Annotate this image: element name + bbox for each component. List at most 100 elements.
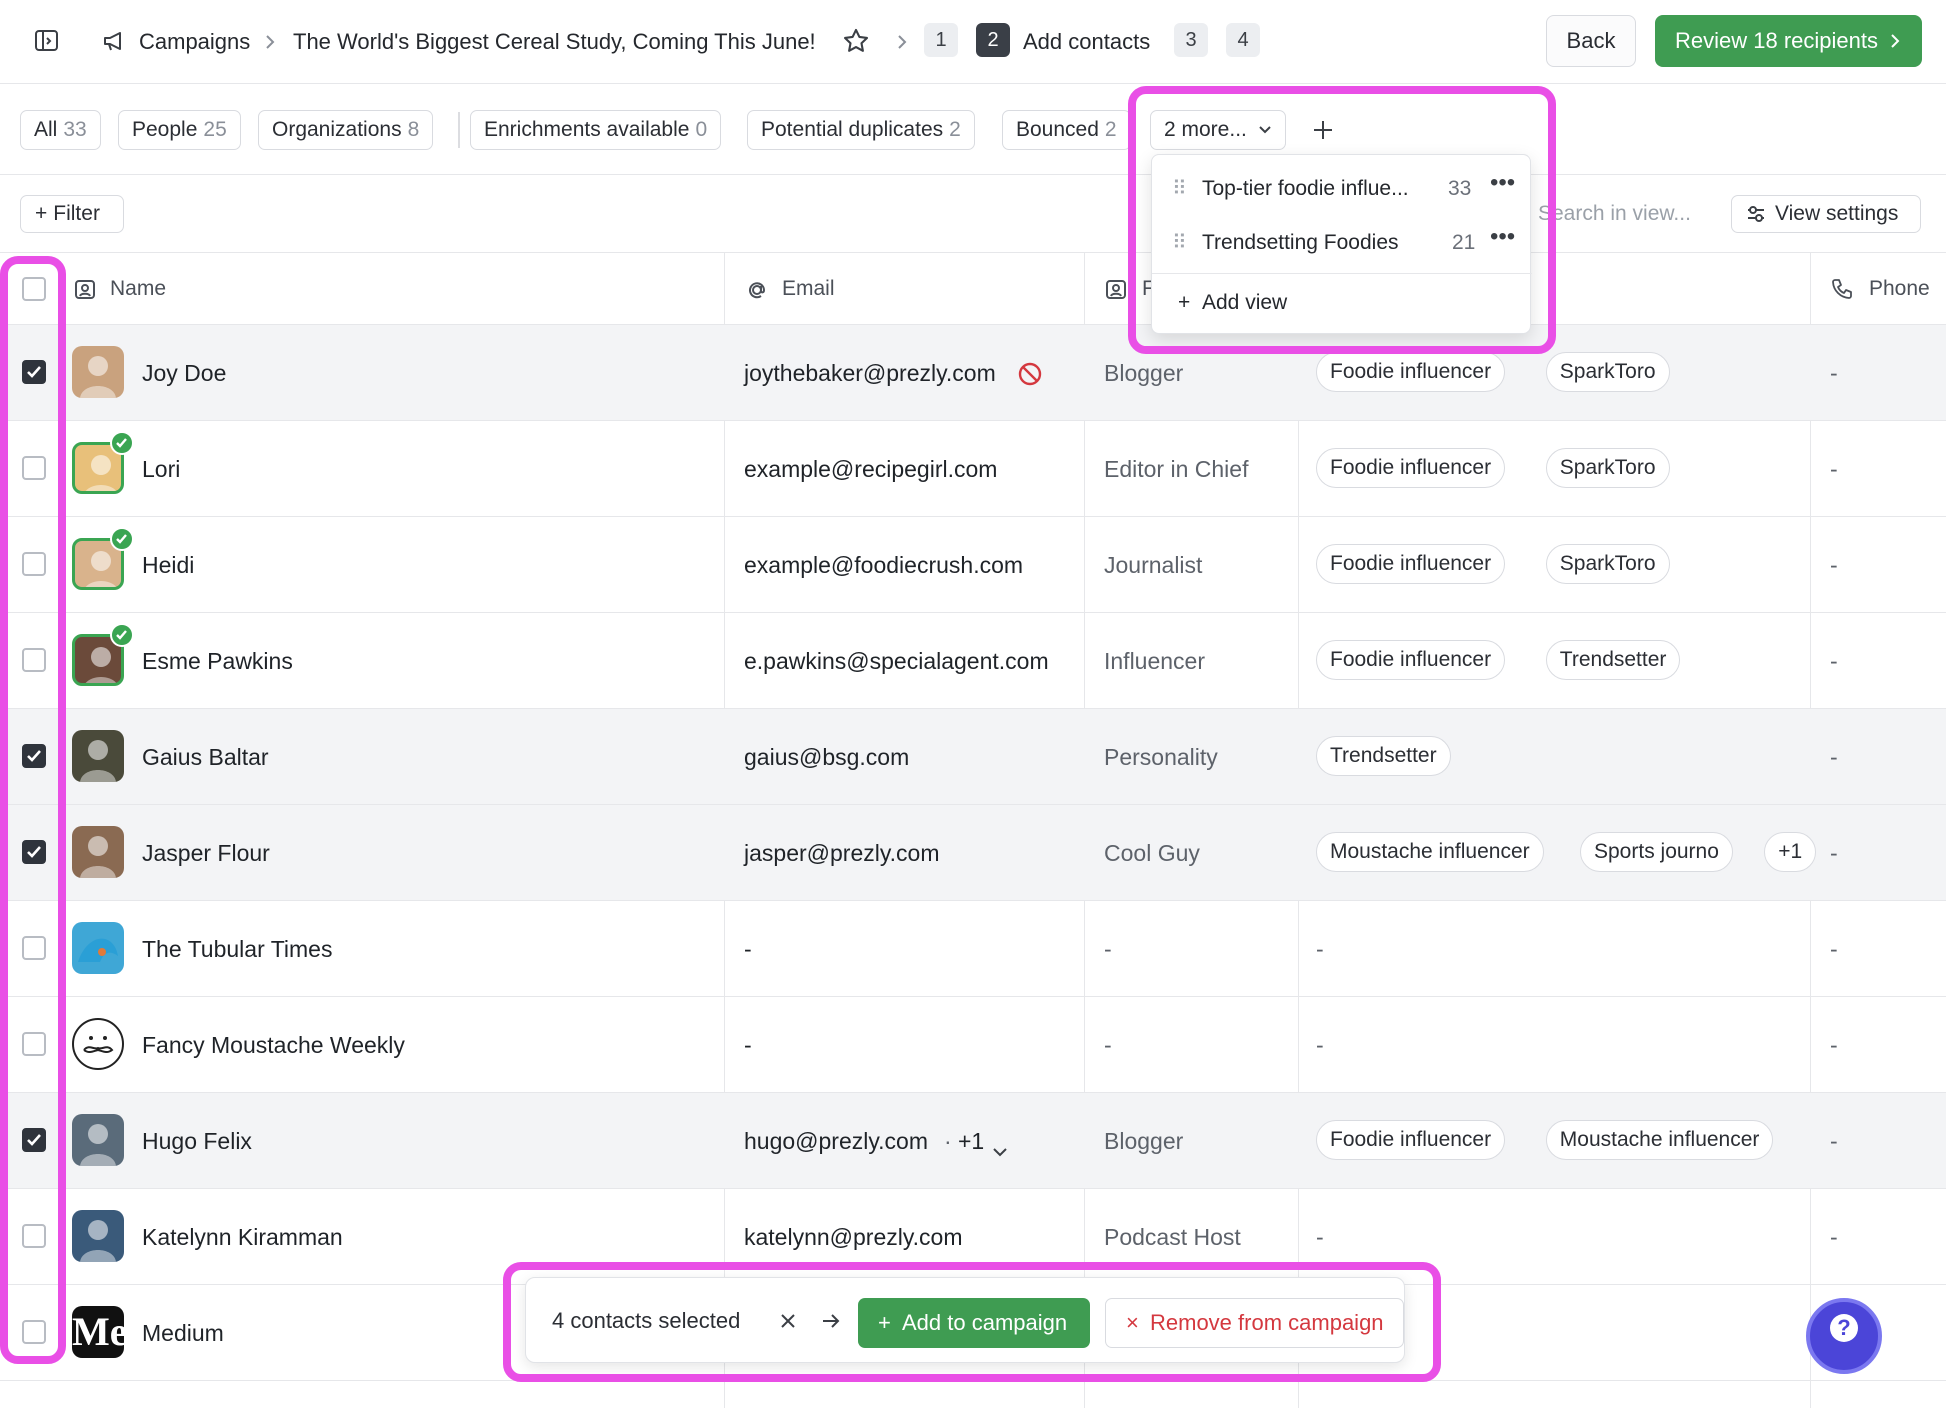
table-row[interactable]: Heidi example@foodiecrush.com Journalist - F… xyxy=(0,517,1946,613)
row-checkbox[interactable] xyxy=(22,1128,46,1152)
contact-tag[interactable]: SparkToro xyxy=(1545,448,1670,488)
table-row[interactable]: The Tubular Times - - - - xyxy=(0,901,1946,997)
tab-count: 0 xyxy=(695,118,708,141)
contact-role: Editor in Chief xyxy=(1104,456,1249,482)
contact-tag[interactable]: +1 xyxy=(1764,832,1817,872)
step-4[interactable]: 4 xyxy=(1226,23,1260,57)
table-row[interactable]: Gaius Baltar gaius@bsg.com Personality - Tre… xyxy=(0,709,1946,805)
table-row[interactable]: Joy Doe joythebaker@prezly.com Blogger - Foo… xyxy=(0,325,1946,421)
contact-tag[interactable]: Foodie influencer xyxy=(1316,640,1506,680)
row-checkbox[interactable] xyxy=(22,744,46,768)
more-options-icon[interactable]: ••• xyxy=(1490,157,1515,209)
table-row[interactable]: Fancy Moustache Weekly - - - - xyxy=(0,997,1946,1093)
breadcrumb-campaigns[interactable]: Campaigns xyxy=(139,22,250,62)
remove-from-campaign-button[interactable]: × Remove from campaign xyxy=(1105,1298,1404,1348)
remove-from-campaign-label: Remove from campaign xyxy=(1150,1310,1384,1335)
view-settings-button[interactable]: View settings xyxy=(1731,195,1921,233)
chevron-down-icon[interactable] xyxy=(993,1137,1007,1163)
contact-tag[interactable]: Sports journo xyxy=(1580,832,1733,872)
contact-email: katelynn@prezly.com xyxy=(744,1224,963,1250)
table-row[interactable]: Hugo Felix hugo@prezly.com Blogger - · +1 Food… xyxy=(0,1093,1946,1189)
add-tab-icon[interactable] xyxy=(1312,119,1334,141)
row-checkbox[interactable] xyxy=(22,1320,46,1344)
contact-tag[interactable]: SparkToro xyxy=(1545,352,1670,392)
back-button[interactable]: Back xyxy=(1546,15,1636,67)
tab-count: 2 xyxy=(949,118,961,141)
row-checkbox[interactable] xyxy=(22,936,46,960)
table-row[interactable]: Katelynn Kiramman katelynn@prezly.com Podc… xyxy=(0,1189,1946,1285)
row-checkbox[interactable] xyxy=(22,648,46,672)
tab-organizations[interactable]: Organizations 8 xyxy=(258,110,434,150)
contact-tag[interactable]: Foodie influencer xyxy=(1316,544,1506,584)
tab-potential-duplicates[interactable]: Potential duplicates 2 xyxy=(747,110,975,150)
more-views-dropdown[interactable]: 2 more... xyxy=(1150,110,1286,150)
table-row[interactable]: Jasper Flour jasper@prezly.com Cool Guy - Mo… xyxy=(0,805,1946,901)
drag-handle-icon[interactable]: ⠿ xyxy=(1172,217,1187,269)
at-sign-icon xyxy=(749,282,766,299)
contact-tag[interactable]: Foodie influencer xyxy=(1316,448,1506,488)
column-header-phone[interactable]: Phone xyxy=(1869,253,1930,325)
menu-item-view[interactable]: ⠿ Trendsetting Foodies 21 ••• xyxy=(1152,217,1532,269)
contact-tag[interactable]: Moustache influencer xyxy=(1316,832,1544,872)
tab-all[interactable]: All 33 xyxy=(20,110,101,150)
step-2[interactable]: 2 xyxy=(976,23,1010,57)
contact-tags-empty: - xyxy=(1316,1224,1324,1250)
table-row[interactable]: Esme Pawkins e.pawkins@specialagent.com In… xyxy=(0,613,1946,709)
contact-role: Personality xyxy=(1104,744,1218,770)
contact-tag[interactable]: SparkToro xyxy=(1545,544,1670,584)
tab-enrichments-available[interactable]: Enrichments available 0 xyxy=(470,110,722,150)
star-icon[interactable] xyxy=(842,27,870,55)
contact-role: Blogger xyxy=(1104,360,1184,386)
menu-item-view[interactable]: ⠿ Top-tier foodie influe... 33 ••• xyxy=(1152,163,1532,215)
row-checkbox[interactable] xyxy=(22,360,46,384)
row-checkbox[interactable] xyxy=(22,552,46,576)
add-view-button[interactable]: + Add view xyxy=(1152,277,1532,329)
avatar xyxy=(72,1114,124,1166)
help-label: ? xyxy=(1837,1315,1851,1340)
tab-count: 2 xyxy=(1104,118,1117,141)
add-to-campaign-button[interactable]: + Add to campaign xyxy=(858,1298,1090,1348)
phone-icon xyxy=(1832,279,1852,299)
tab-label: Organizations xyxy=(272,118,402,141)
view-name: Top-tier foodie influe... xyxy=(1202,177,1409,200)
contact-tag[interactable]: Trendsetter xyxy=(1316,736,1451,776)
verified-check-icon xyxy=(110,527,134,551)
filter-button[interactable]: + Filter xyxy=(20,195,124,233)
contact-role: Cool Guy xyxy=(1104,840,1200,866)
clear-selection-icon[interactable] xyxy=(779,1312,797,1330)
more-options-icon[interactable]: ••• xyxy=(1490,211,1515,263)
select-all-checkbox[interactable] xyxy=(22,277,46,301)
row-checkbox[interactable] xyxy=(22,840,46,864)
arrow-right-icon xyxy=(823,1314,840,1328)
contact-name: The Tubular Times xyxy=(142,936,333,962)
row-checkbox[interactable] xyxy=(22,1032,46,1056)
contact-card-icon xyxy=(75,280,95,299)
step-separator-icon xyxy=(892,22,912,62)
table-row[interactable]: Lori example@recipegirl.com Editor in Chie… xyxy=(0,421,1946,517)
contact-tag[interactable]: Trendsetter xyxy=(1545,640,1681,680)
contact-tag[interactable]: Foodie influencer xyxy=(1316,1120,1506,1160)
contact-role: Podcast Host xyxy=(1104,1224,1241,1250)
sidebar-toggle-icon[interactable] xyxy=(34,28,60,54)
column-header-name[interactable]: Name xyxy=(110,253,166,325)
breadcrumb-campaign-title[interactable]: The World's Biggest Cereal Study, Coming… xyxy=(293,22,816,62)
step-3[interactable]: 3 xyxy=(1174,23,1208,57)
row-checkbox[interactable] xyxy=(22,1224,46,1248)
plus-icon: + xyxy=(1178,291,1191,314)
selected-count: 4 contacts selected xyxy=(552,1308,741,1333)
chevron-right-icon xyxy=(1891,34,1900,48)
contact-role: - xyxy=(1104,1032,1112,1058)
extra-emails-count[interactable]: +1 xyxy=(958,1126,984,1156)
row-checkbox[interactable] xyxy=(22,456,46,480)
tab-bounced[interactable]: Bounced 2 xyxy=(1002,110,1131,150)
review-recipients-button[interactable]: Review 18 recipients xyxy=(1655,15,1922,67)
drag-handle-icon[interactable]: ⠿ xyxy=(1172,163,1187,215)
help-button[interactable]: ? xyxy=(1806,1298,1882,1374)
contact-email: e.pawkins@specialagent.com xyxy=(744,648,1049,674)
search-input[interactable]: Search in view... xyxy=(1538,195,1691,233)
tab-people[interactable]: People 25 xyxy=(118,110,241,150)
contact-tag[interactable]: Moustache influencer xyxy=(1545,1120,1774,1160)
step-1[interactable]: 1 xyxy=(924,23,958,57)
contact-tag[interactable]: Foodie influencer xyxy=(1316,352,1506,392)
column-header-email[interactable]: Email xyxy=(782,253,835,325)
